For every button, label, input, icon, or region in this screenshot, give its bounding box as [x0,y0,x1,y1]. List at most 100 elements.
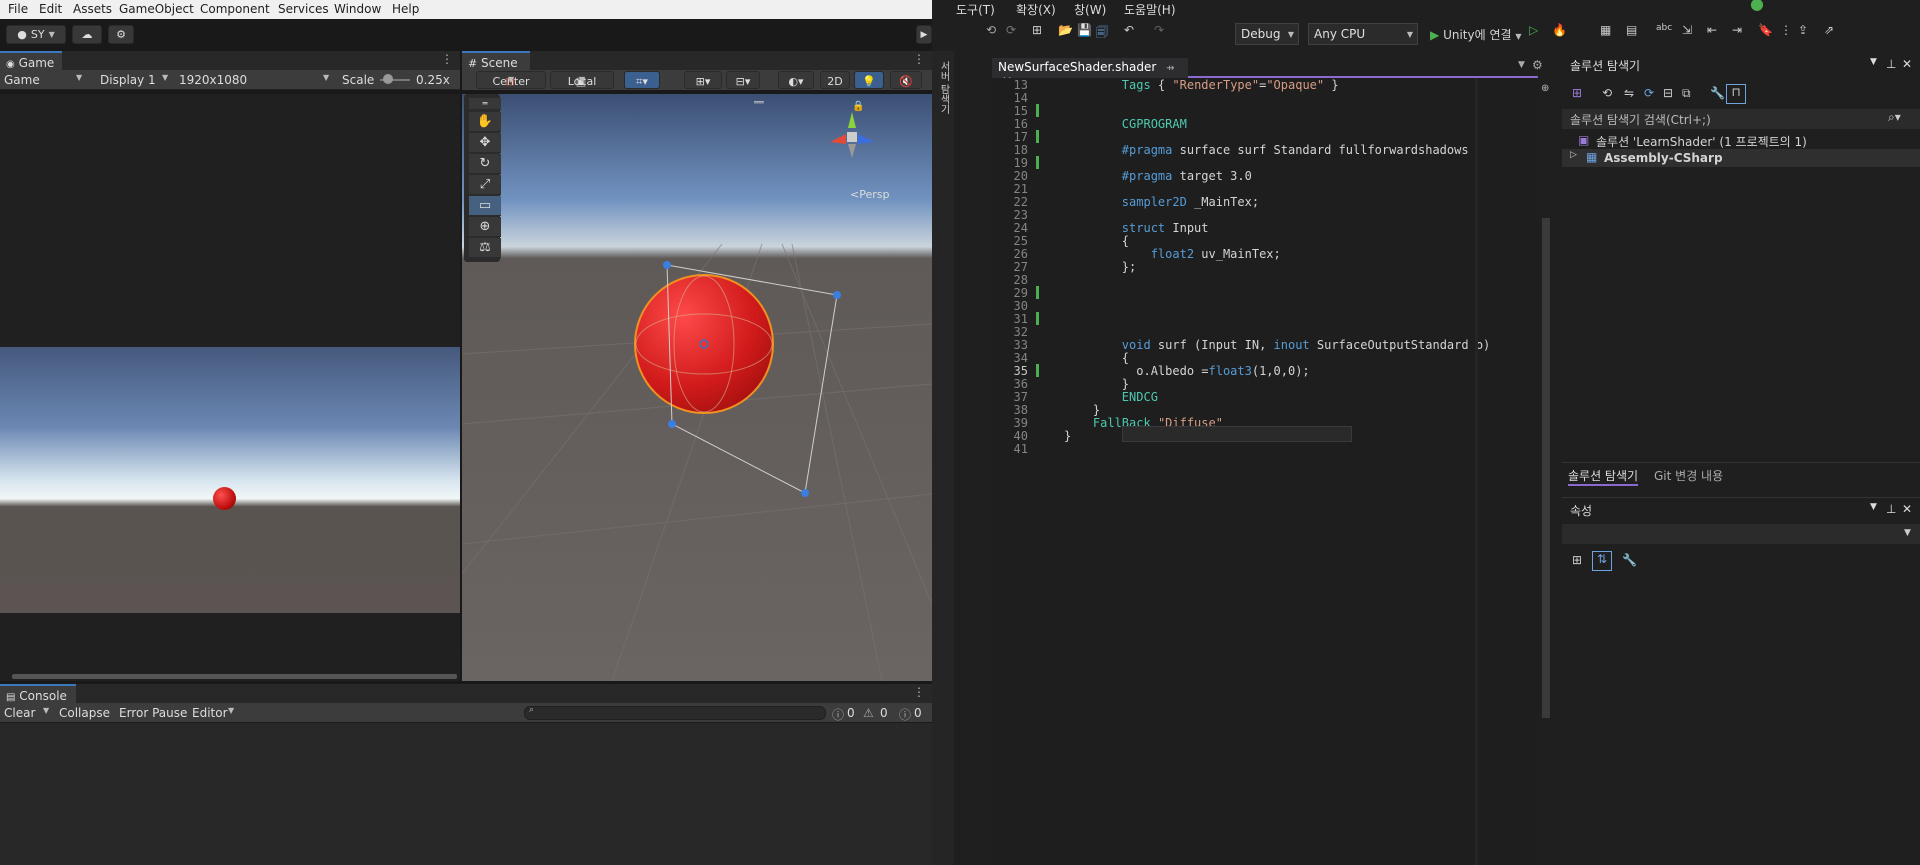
start-without-debug-icon[interactable]: ▷ [1529,23,1538,37]
collab-button[interactable]: ⚙ [108,25,134,44]
overlay-grip-icon[interactable]: ══ [754,98,772,108]
tab-newsurfaceshader[interactable]: NewSurfaceShader.shader ⇸ ✕ [992,58,1188,88]
alphabetical-icon[interactable]: ⇅ [1592,551,1612,571]
cloud-button[interactable]: ☁ [72,25,102,44]
info-icon[interactable]: ⓘ [832,706,844,723]
editor-vertical-scrollbar[interactable] [1475,78,1478,865]
tab-solution-explorer[interactable]: 솔루션 탐색기 [1568,467,1639,486]
pivot-dropdown[interactable]: ⊡ Center ▼ [476,71,546,89]
console-clear-button[interactable]: Clear [4,706,35,720]
panel-menu-icon[interactable]: ⋮ [441,52,453,66]
redo-icon[interactable]: ↷ [1154,23,1164,37]
configuration-dropdown[interactable]: Debug ▼ [1235,23,1299,45]
preview-icon[interactable]: ⊓ [1726,84,1746,104]
space-dropdown[interactable]: ▣ Local ▼ [550,71,614,89]
draw-mode-dropdown[interactable]: ◐▾ [778,71,814,89]
menu-assets[interactable]: Assets [73,2,112,16]
code-editor[interactable]: 13 Tags { "RenderType"="Opaque" } 14 15 16 … [992,78,1538,865]
chevron-down-icon[interactable]: ▼ [1518,60,1525,70]
menu-services[interactable]: Services [278,2,329,16]
platform-dropdown[interactable]: Any CPU ▼ [1308,23,1418,45]
console-search-input[interactable]: ⌕ [524,705,826,720]
toolbar-icon[interactable]: ▦ [1600,23,1611,37]
panel-menu-icon[interactable]: ⋮ [913,52,925,66]
split-icon[interactable]: ⊕ [1541,83,1549,94]
gear-icon[interactable]: ⚙ [1532,58,1543,72]
menu-file[interactable]: File [8,2,28,16]
palette-grip-icon[interactable]: ═ [469,98,501,110]
pin-icon[interactable]: ⊥ [1886,502,1896,516]
new-item-icon[interactable]: ⊞ [1032,23,1042,37]
scene-view[interactable]: ═ ✋ ✥ ↻ ⤢ ▭ ⊕ ⚖ ══ 🔒 <Persp [462,94,932,681]
sync-icon[interactable]: ⇋ [1624,86,1634,100]
save-all-icon[interactable]: 🗐 [1096,23,1108,44]
menu-component[interactable]: Component [200,2,270,16]
error-icon[interactable]: ⓘ [899,706,911,723]
forward-icon[interactable]: ⟳ [1006,23,1016,37]
orientation-gizmo[interactable] [822,104,882,167]
tab-scene[interactable]: # Scene [462,51,530,70]
resolution-dropdown[interactable]: 1920x1080 [179,73,247,87]
lighting-toggle[interactable]: 💡 [854,71,884,89]
chevron-down-icon[interactable]: ▼ [43,706,49,715]
menu-help[interactable]: Help [392,2,419,16]
pin-icon[interactable]: ⇸ [1166,63,1174,74]
chevron-down-icon[interactable]: ▼ [1870,502,1877,512]
rotate-tool-icon[interactable]: ↻ [469,154,501,174]
history-icon[interactable]: ⟲ [1602,86,1612,100]
solution-search-input[interactable]: 솔루션 탐색기 검색(Ctrl+;) ⌕▾ [1562,109,1920,129]
tab-git-changes[interactable]: Git 변경 내용 [1654,467,1723,484]
horizontal-scrollbar[interactable] [12,674,457,679]
spellcheck-icon[interactable]: abc [1656,23,1672,33]
tab-game[interactable]: ◉ Game [0,51,62,70]
menu-edit[interactable]: Edit [39,2,62,16]
move-tool-icon[interactable]: ✥ [469,133,501,153]
open-folder-icon[interactable]: 📂 [1058,23,1073,37]
audio-toggle[interactable]: 🔇 [890,71,922,89]
hot-reload-icon[interactable]: 🔥 [1552,23,1567,37]
categorized-icon[interactable]: ⊞ [1572,553,1582,567]
gizmo-grid-button[interactable]: ⊟▾ [726,71,760,89]
expand-arrow-icon[interactable]: ▷ [1570,150,1577,160]
rect-tool-icon[interactable]: ▭ [469,196,501,216]
property-pages-icon[interactable]: 🔧 [1622,553,1637,567]
play-button[interactable]: ▶ [916,25,932,44]
scrollbar-thumb[interactable] [1542,218,1550,718]
menu-extensions[interactable]: 확장(X) [1016,1,1056,18]
grid-snap-button[interactable]: ⌗▾ [624,71,660,89]
menu-help[interactable]: 도움말(H) [1124,1,1176,18]
tree-item-solution[interactable]: ▣ 솔루션 'LearnShader' (1 프로젝트의 1) [1562,131,1920,149]
transform-tool-icon[interactable]: ⊕ [469,217,501,237]
snap-increment-button[interactable]: ⊞▾ [684,71,722,89]
menu-window[interactable]: 창(W) [1074,1,1106,18]
rect-tool-handles[interactable] [462,94,932,681]
display-dropdown[interactable]: Display 1 [100,73,156,87]
perspective-label[interactable]: <Persp [850,188,889,201]
layout-icon[interactable]: ▤ [1626,23,1637,37]
chevron-down-icon[interactable]: ▼ [1870,57,1877,67]
console-error-pause-button[interactable]: Error Pause [119,706,187,720]
collapse-all-icon[interactable]: ⊟ [1663,86,1673,100]
tree-item-project[interactable]: ▷ ▦ Assembly-CSharp [1562,149,1920,167]
game-mode-dropdown[interactable]: Game [4,73,40,87]
console-editor-dropdown[interactable]: Editor [192,706,228,720]
step-icon[interactable]: ⇲ [1682,23,1692,37]
show-all-files-icon[interactable]: ⧉ [1682,86,1691,101]
pin-icon[interactable]: ⊥ [1886,57,1896,71]
lock-icon[interactable]: 🔒 [852,101,864,112]
bookmark-icon[interactable]: 🔖 [1758,23,1773,37]
close-icon[interactable]: ✕ [1902,502,1912,516]
refresh-icon[interactable]: ⟳ [1644,86,1654,100]
panel-menu-icon[interactable]: ⋮ [913,685,925,699]
toolbar-overflow-icon[interactable]: ⋮ [1780,23,1792,37]
properties-object-dropdown[interactable]: ▼ [1562,524,1920,544]
close-icon[interactable]: ✕ [1902,57,1912,71]
undo-icon[interactable]: ↶ [1124,23,1134,37]
tab-console[interactable]: ▤ Console [0,684,76,703]
live-share-icon[interactable]: ⇪ [1798,23,1808,37]
overview-ruler[interactable]: ⊕ [1538,78,1556,865]
wrench-icon[interactable]: 🔧 [1710,86,1725,100]
menu-window[interactable]: Window [334,2,381,16]
2d-toggle[interactable]: 2D [820,71,850,89]
back-icon[interactable]: ⟲ [986,23,996,37]
